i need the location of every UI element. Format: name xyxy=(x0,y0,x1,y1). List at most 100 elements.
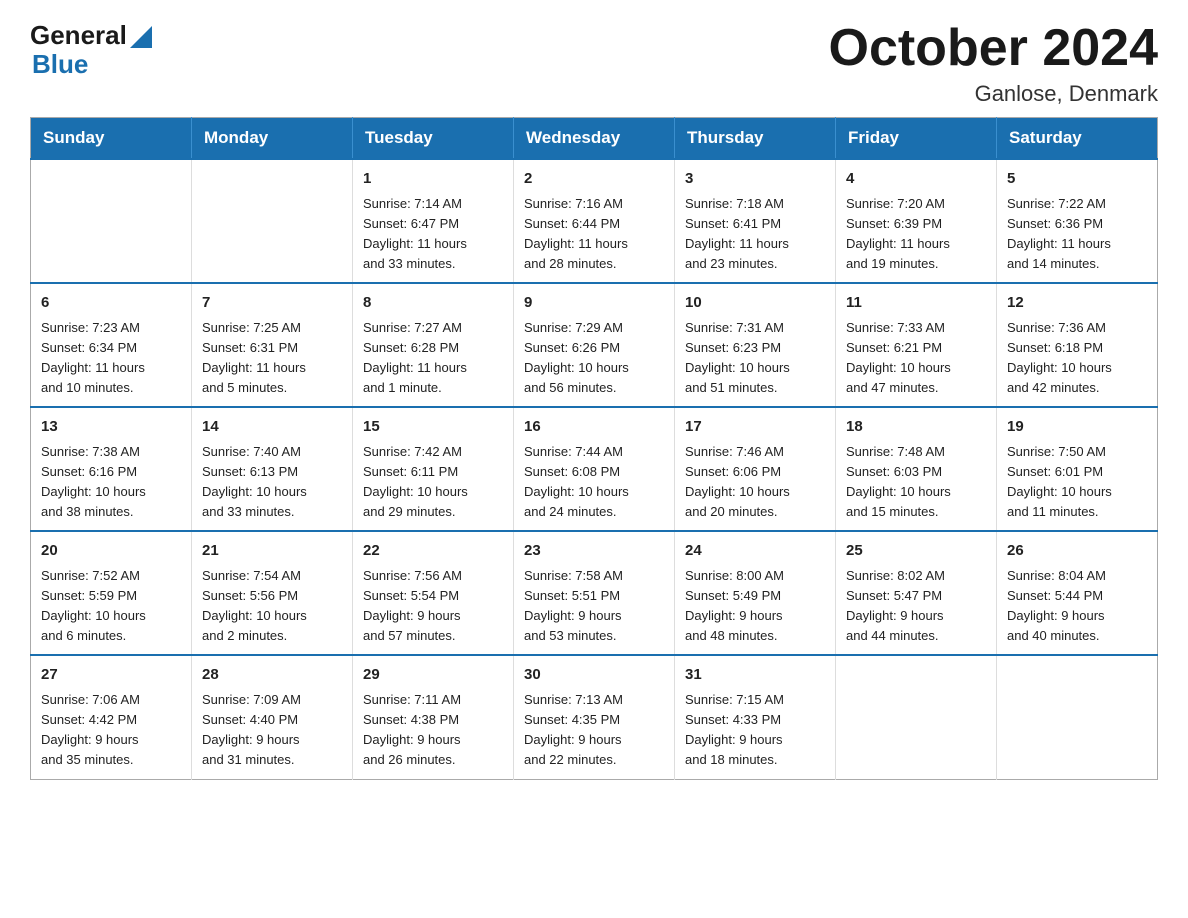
day-number: 13 xyxy=(41,416,181,439)
day-number: 24 xyxy=(685,540,825,563)
calendar-cell: 16Sunrise: 7:44 AM Sunset: 6:08 PM Dayli… xyxy=(514,407,675,531)
day-number: 10 xyxy=(685,292,825,315)
day-number: 22 xyxy=(363,540,503,563)
day-info: Sunrise: 7:50 AM Sunset: 6:01 PM Dayligh… xyxy=(1007,442,1147,523)
day-number: 30 xyxy=(524,664,664,687)
calendar-cell: 10 Sunrise: 7:31 AM Sunset: 6:23 PM Dayli… xyxy=(675,283,836,407)
day-info: Sunrise: 7:13 AM Sunset: 4:35 PM Dayligh… xyxy=(524,690,664,771)
title-section: October 2024 Ganlose, Denmark xyxy=(829,20,1159,107)
day-info: Sunrise: 7:09 AM Sunset: 4:40 PM Dayligh… xyxy=(202,690,342,771)
calendar-cell: 21Sunrise: 7:54 AM Sunset: 5:56 PM Dayli… xyxy=(192,531,353,655)
day-info: Sunrise: 7:27 AM Sunset: 6:28 PM Dayligh… xyxy=(363,318,503,399)
day-number: 29 xyxy=(363,664,503,687)
calendar-cell: 13 Sunrise: 7:38 AM Sunset: 6:16 PM Dayli… xyxy=(31,407,192,531)
day-info: Sunrise: 7:52 AM Sunset: 5:59 PM Dayligh… xyxy=(41,566,181,647)
day-number: 7 xyxy=(202,292,342,315)
calendar-cell: 8 Sunrise: 7:27 AM Sunset: 6:28 PM Daylig… xyxy=(353,283,514,407)
day-info: Sunrise: 7:23 AM Sunset: 6:34 PM Dayligh… xyxy=(41,318,181,399)
calendar-cell: 5 Sunrise: 7:22 AM Sunset: 6:36 PM Daylig… xyxy=(997,159,1158,283)
day-number: 31 xyxy=(685,664,825,687)
day-number: 9 xyxy=(524,292,664,315)
calendar-cell: 1Sunrise: 7:14 AM Sunset: 6:47 PM Daylig… xyxy=(353,159,514,283)
day-number: 14 xyxy=(202,416,342,439)
day-info: Sunrise: 7:25 AM Sunset: 6:31 PM Dayligh… xyxy=(202,318,342,399)
calendar-week-row: 6 Sunrise: 7:23 AM Sunset: 6:34 PM Daylig… xyxy=(31,283,1158,407)
day-info: Sunrise: 7:42 AM Sunset: 6:11 PM Dayligh… xyxy=(363,442,503,523)
weekday-header-tuesday: Tuesday xyxy=(353,118,514,160)
calendar-cell: 19 Sunrise: 7:50 AM Sunset: 6:01 PM Dayli… xyxy=(997,407,1158,531)
day-number: 2 xyxy=(524,168,664,191)
weekday-header-monday: Monday xyxy=(192,118,353,160)
day-info: Sunrise: 7:46 AM Sunset: 6:06 PM Dayligh… xyxy=(685,442,825,523)
logo-general-text: General xyxy=(30,20,127,51)
day-info: Sunrise: 7:36 AM Sunset: 6:18 PM Dayligh… xyxy=(1007,318,1147,399)
day-info: Sunrise: 7:18 AM Sunset: 6:41 PM Dayligh… xyxy=(685,194,825,275)
day-info: Sunrise: 7:22 AM Sunset: 6:36 PM Dayligh… xyxy=(1007,194,1147,275)
calendar-week-row: 27 Sunrise: 7:06 AM Sunset: 4:42 PM Dayli… xyxy=(31,655,1158,779)
day-number: 8 xyxy=(363,292,503,315)
day-info: Sunrise: 7:31 AM Sunset: 6:23 PM Dayligh… xyxy=(685,318,825,399)
day-number: 28 xyxy=(202,664,342,687)
calendar-cell: 7 Sunrise: 7:25 AM Sunset: 6:31 PM Daylig… xyxy=(192,283,353,407)
calendar-table: SundayMondayTuesdayWednesdayThursdayFrid… xyxy=(30,117,1158,779)
day-info: Sunrise: 7:44 AM Sunset: 6:08 PM Dayligh… xyxy=(524,442,664,523)
day-number: 18 xyxy=(846,416,986,439)
day-number: 12 xyxy=(1007,292,1147,315)
day-number: 1 xyxy=(363,168,503,191)
logo-blue-text: Blue xyxy=(32,49,88,79)
day-info: Sunrise: 7:48 AM Sunset: 6:03 PM Dayligh… xyxy=(846,442,986,523)
calendar-cell: 15 Sunrise: 7:42 AM Sunset: 6:11 PM Dayli… xyxy=(353,407,514,531)
day-info: Sunrise: 7:20 AM Sunset: 6:39 PM Dayligh… xyxy=(846,194,986,275)
day-number: 17 xyxy=(685,416,825,439)
weekday-header-sunday: Sunday xyxy=(31,118,192,160)
day-number: 19 xyxy=(1007,416,1147,439)
calendar-week-row: 13 Sunrise: 7:38 AM Sunset: 6:16 PM Dayli… xyxy=(31,407,1158,531)
day-number: 4 xyxy=(846,168,986,191)
day-info: Sunrise: 7:06 AM Sunset: 4:42 PM Dayligh… xyxy=(41,690,181,771)
day-number: 3 xyxy=(685,168,825,191)
day-info: Sunrise: 8:04 AM Sunset: 5:44 PM Dayligh… xyxy=(1007,566,1147,647)
day-number: 27 xyxy=(41,664,181,687)
day-number: 20 xyxy=(41,540,181,563)
weekday-header-saturday: Saturday xyxy=(997,118,1158,160)
day-info: Sunrise: 7:11 AM Sunset: 4:38 PM Dayligh… xyxy=(363,690,503,771)
calendar-cell: 26 Sunrise: 8:04 AM Sunset: 5:44 PM Dayli… xyxy=(997,531,1158,655)
month-title: October 2024 xyxy=(829,20,1159,77)
logo-triangle-icon xyxy=(130,26,152,48)
calendar-cell: 11 Sunrise: 7:33 AM Sunset: 6:21 PM Dayli… xyxy=(836,283,997,407)
calendar-cell: 3 Sunrise: 7:18 AM Sunset: 6:41 PM Daylig… xyxy=(675,159,836,283)
calendar-cell: 23 Sunrise: 7:58 AM Sunset: 5:51 PM Dayli… xyxy=(514,531,675,655)
day-number: 23 xyxy=(524,540,664,563)
day-info: Sunrise: 7:33 AM Sunset: 6:21 PM Dayligh… xyxy=(846,318,986,399)
calendar-cell: 18 Sunrise: 7:48 AM Sunset: 6:03 PM Dayli… xyxy=(836,407,997,531)
day-number: 26 xyxy=(1007,540,1147,563)
calendar-cell: 12 Sunrise: 7:36 AM Sunset: 6:18 PM Dayli… xyxy=(997,283,1158,407)
calendar-cell: 22Sunrise: 7:56 AM Sunset: 5:54 PM Dayli… xyxy=(353,531,514,655)
calendar-cell: 9Sunrise: 7:29 AM Sunset: 6:26 PM Daylig… xyxy=(514,283,675,407)
day-info: Sunrise: 7:38 AM Sunset: 6:16 PM Dayligh… xyxy=(41,442,181,523)
calendar-cell xyxy=(997,655,1158,779)
day-number: 5 xyxy=(1007,168,1147,191)
day-info: Sunrise: 8:02 AM Sunset: 5:47 PM Dayligh… xyxy=(846,566,986,647)
calendar-cell: 2 Sunrise: 7:16 AM Sunset: 6:44 PM Daylig… xyxy=(514,159,675,283)
day-info: Sunrise: 7:58 AM Sunset: 5:51 PM Dayligh… xyxy=(524,566,664,647)
calendar-cell: 28 Sunrise: 7:09 AM Sunset: 4:40 PM Dayli… xyxy=(192,655,353,779)
day-info: Sunrise: 7:40 AM Sunset: 6:13 PM Dayligh… xyxy=(202,442,342,523)
calendar-cell: 31 Sunrise: 7:15 AM Sunset: 4:33 PM Dayli… xyxy=(675,655,836,779)
calendar-week-row: 20 Sunrise: 7:52 AM Sunset: 5:59 PM Dayli… xyxy=(31,531,1158,655)
day-info: Sunrise: 7:15 AM Sunset: 4:33 PM Dayligh… xyxy=(685,690,825,771)
day-info: Sunrise: 7:16 AM Sunset: 6:44 PM Dayligh… xyxy=(524,194,664,275)
calendar-week-row: 1Sunrise: 7:14 AM Sunset: 6:47 PM Daylig… xyxy=(31,159,1158,283)
day-info: Sunrise: 7:54 AM Sunset: 5:56 PM Dayligh… xyxy=(202,566,342,647)
calendar-cell: 4 Sunrise: 7:20 AM Sunset: 6:39 PM Daylig… xyxy=(836,159,997,283)
calendar-cell: 6 Sunrise: 7:23 AM Sunset: 6:34 PM Daylig… xyxy=(31,283,192,407)
day-number: 25 xyxy=(846,540,986,563)
day-number: 6 xyxy=(41,292,181,315)
calendar-cell xyxy=(836,655,997,779)
weekday-header-wednesday: Wednesday xyxy=(514,118,675,160)
calendar-cell: 27 Sunrise: 7:06 AM Sunset: 4:42 PM Dayli… xyxy=(31,655,192,779)
calendar-cell: 25 Sunrise: 8:02 AM Sunset: 5:47 PM Dayli… xyxy=(836,531,997,655)
calendar-cell: 30 Sunrise: 7:13 AM Sunset: 4:35 PM Dayli… xyxy=(514,655,675,779)
day-number: 11 xyxy=(846,292,986,315)
day-number: 15 xyxy=(363,416,503,439)
